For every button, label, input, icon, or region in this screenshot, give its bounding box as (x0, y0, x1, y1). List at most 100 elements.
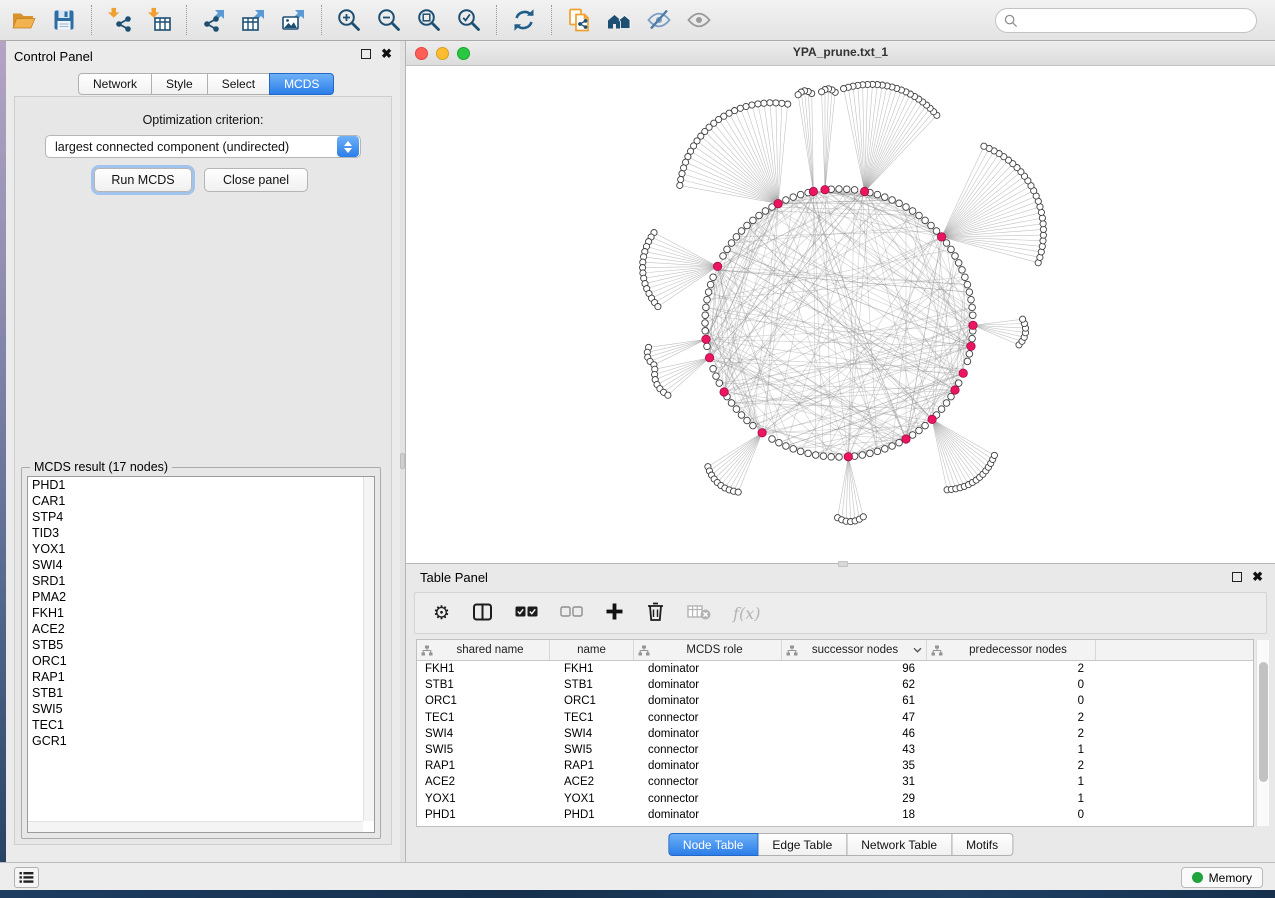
float-panel-icon[interactable] (361, 49, 371, 59)
tab-style[interactable]: Style (151, 73, 208, 95)
delete-column-button[interactable] (646, 598, 665, 628)
result-list-hscrollbar[interactable] (28, 821, 363, 832)
task-history-button[interactable] (14, 867, 39, 888)
mcds-result-item[interactable]: YOX1 (28, 541, 374, 557)
mcds-result-item[interactable]: FKH1 (28, 605, 374, 621)
mcds-result-item[interactable]: SWI4 (28, 557, 374, 573)
export-image-button[interactable] (274, 3, 314, 37)
tab-node-table[interactable]: Node Table (668, 833, 759, 856)
apply-function-icon: f(x) (733, 604, 760, 623)
mcds-tab-content: Optimization criterion: largest connecte… (14, 96, 392, 845)
table-settings-icon: ⚙ (433, 602, 450, 625)
import-network-icon (106, 7, 132, 33)
search-box[interactable] (995, 8, 1257, 33)
column-header-MCDS-role[interactable]: MCDS role (634, 640, 782, 660)
save-session-button[interactable] (44, 3, 84, 37)
horizontal-split-grip[interactable] (838, 561, 848, 567)
mcds-result-item[interactable]: SRD1 (28, 573, 374, 589)
table-settings-button[interactable]: ⚙ (433, 598, 450, 628)
column-header-successor-nodes[interactable]: successor nodes (782, 640, 927, 660)
search-input[interactable] (1023, 14, 1256, 28)
mcds-result-item[interactable]: PMA2 (28, 589, 374, 605)
split-panel-button[interactable] (472, 598, 493, 628)
duplicate-network-button[interactable] (559, 3, 599, 37)
network-leaf-nodes[interactable] (640, 81, 1047, 524)
network-view-window: YPA_prune.txt_1 (405, 41, 1275, 563)
zoom-in-button[interactable] (329, 3, 369, 37)
zoom-selected-button[interactable] (449, 3, 489, 37)
mcds-result-item[interactable]: CAR1 (28, 493, 374, 509)
open-file-button[interactable] (4, 3, 44, 37)
table-row[interactable]: SWI5SWI5connector431 (417, 742, 1253, 758)
refresh-view-button[interactable] (504, 3, 544, 37)
close-table-panel-icon[interactable]: ✖ (1252, 572, 1263, 582)
import-table-icon (146, 7, 172, 33)
select-all-rows-button[interactable] (515, 598, 538, 628)
table-vscrollbar-thumb[interactable] (1259, 662, 1268, 782)
mcds-result-item[interactable]: TID3 (28, 525, 374, 541)
tab-network[interactable]: Network (78, 73, 152, 95)
export-network-button[interactable] (194, 3, 234, 37)
tab-motifs[interactable]: Motifs (951, 833, 1013, 856)
show-all-button[interactable] (679, 3, 719, 37)
tab-edge-table[interactable]: Edge Table (757, 833, 847, 856)
mcds-result-item[interactable]: GCR1 (28, 733, 374, 749)
table-row[interactable]: FKH1FKH1dominator962 (417, 661, 1253, 677)
mcds-result-item[interactable]: RAP1 (28, 669, 374, 685)
float-table-panel-icon[interactable] (1232, 572, 1242, 582)
import-network-button[interactable] (99, 3, 139, 37)
tab-network-table[interactable]: Network Table (846, 833, 952, 856)
zoom-out-button[interactable] (369, 3, 409, 37)
unselect-all-rows-icon (560, 606, 583, 621)
table-panel-title: Table Panel (420, 570, 488, 585)
mcds-result-item[interactable]: SWI5 (28, 701, 374, 717)
table-row[interactable]: PHD1PHD1dominator180 (417, 807, 1253, 823)
column-header-name[interactable]: name (550, 640, 634, 660)
mcds-result-item[interactable]: ACE2 (28, 621, 374, 637)
close-panel-button[interactable]: Close panel (204, 168, 308, 192)
table-row[interactable]: ORC1ORC1dominator610 (417, 693, 1253, 709)
add-column-button[interactable] (605, 598, 624, 628)
table-row[interactable]: TEC1TEC1connector472 (417, 710, 1253, 726)
column-header-predecessor-nodes[interactable]: predecessor nodes (927, 640, 1096, 660)
network-window-titlebar[interactable]: YPA_prune.txt_1 (406, 41, 1275, 66)
table-row[interactable]: YOX1YOX1connector291 (417, 791, 1253, 807)
hide-selected-button[interactable] (639, 3, 679, 37)
memory-button[interactable]: Memory (1181, 867, 1263, 888)
zoom-fit-button[interactable] (409, 3, 449, 37)
run-mcds-button[interactable]: Run MCDS (94, 168, 192, 192)
sort-desc-icon (910, 647, 922, 653)
tab-select[interactable]: Select (207, 73, 270, 95)
export-table-button[interactable] (234, 3, 274, 37)
apply-function-button[interactable]: f(x) (733, 598, 760, 628)
table-row[interactable]: STB1STB1dominator620 (417, 677, 1253, 693)
delete-table-icon (687, 604, 711, 623)
mcds-result-item[interactable]: STB5 (28, 637, 374, 653)
mcds-result-item[interactable]: ORC1 (28, 653, 374, 669)
mcds-result-item[interactable]: STB1 (28, 685, 374, 701)
criterion-dropdown[interactable]: largest connected component (undirected) (45, 135, 361, 158)
tab-mcds[interactable]: MCDS (269, 73, 334, 95)
close-panel-icon[interactable]: ✖ (381, 49, 392, 59)
network-graph-canvas[interactable] (406, 66, 1275, 563)
optimization-criterion-label: Optimization criterion: (15, 113, 391, 127)
mcds-result-item[interactable]: TEC1 (28, 717, 374, 733)
column-header-shared-name[interactable]: shared name (417, 640, 550, 660)
network-window-title: YPA_prune.txt_1 (406, 45, 1275, 59)
unselect-all-rows-button[interactable] (560, 598, 583, 628)
mcds-result-list[interactable]: PHD1CAR1STP4TID3YOX1SWI4SRD1PMA2FKH1ACE2… (27, 476, 375, 833)
save-session-icon (51, 7, 77, 33)
result-list-vscrollbar[interactable] (363, 477, 374, 821)
mcds-result-item[interactable]: STP4 (28, 509, 374, 525)
table-row[interactable]: SWI4SWI4dominator462 (417, 726, 1253, 742)
delete-table-button[interactable] (687, 598, 711, 628)
mcds-result-item[interactable]: PHD1 (28, 477, 374, 493)
toolbar-separator (91, 5, 92, 35)
first-neighbors-button[interactable] (599, 3, 639, 37)
table-row[interactable]: RAP1RAP1dominator352 (417, 758, 1253, 774)
table-row[interactable]: ACE2ACE2connector311 (417, 774, 1253, 790)
criterion-value: largest connected component (undirected) (46, 140, 337, 154)
import-table-button[interactable] (139, 3, 179, 37)
refresh-view-icon (511, 7, 537, 33)
table-vscrollbar[interactable] (1256, 640, 1269, 826)
